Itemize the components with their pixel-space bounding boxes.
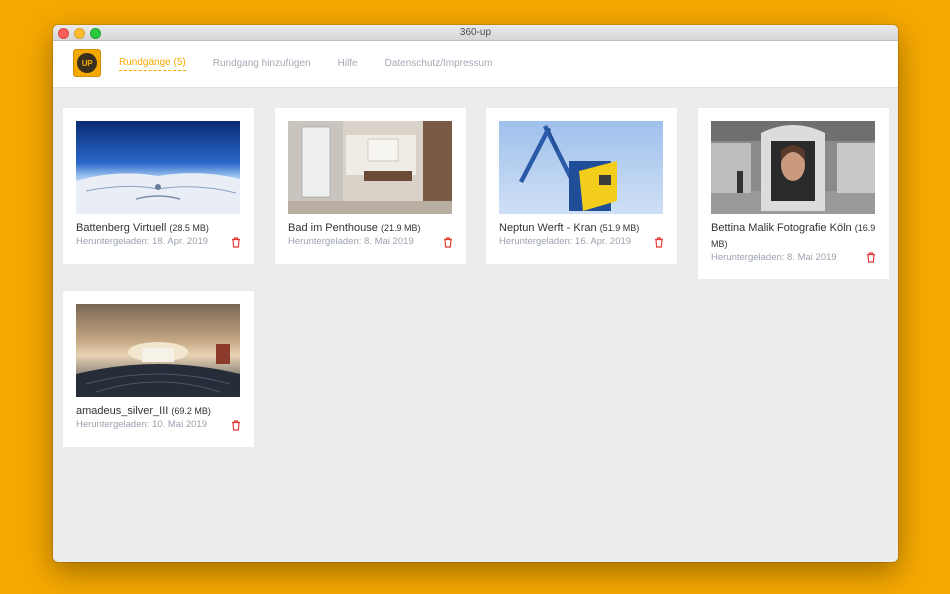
- tour-download-date: Heruntergeladen: 10. Mai 2019: [76, 419, 207, 430]
- tour-title-line: Neptun Werft - Kran (51.9 MB): [499, 220, 665, 236]
- nav-help[interactable]: Hilfe: [338, 58, 358, 71]
- tour-title: amadeus_silver_III: [76, 405, 169, 417]
- zoom-window-button[interactable]: [90, 28, 101, 39]
- trash-icon[interactable]: [231, 420, 241, 431]
- main-nav: Rundgänge (5) Rundgang hinzufügen Hilfe …: [119, 41, 492, 87]
- tour-title-line: Battenberg Virtuell (28.5 MB): [76, 220, 242, 236]
- tour-thumbnail[interactable]: [76, 121, 240, 214]
- ship-interior-image: [76, 304, 240, 397]
- nav-privacy-imprint[interactable]: Datenschutz/Impressum: [385, 58, 493, 71]
- minimize-window-button[interactable]: [74, 28, 85, 39]
- tour-download-date: Heruntergeladen: 8. Mai 2019: [288, 236, 414, 247]
- trash-icon[interactable]: [866, 252, 876, 263]
- snow-panorama-image: [76, 121, 240, 214]
- window-title: 360-up: [459, 27, 492, 38]
- nav-tours[interactable]: Rundgänge (5): [119, 57, 186, 71]
- tour-size: (28.5 MB): [169, 223, 209, 233]
- tour-card-amadeus[interactable]: amadeus_silver_III (69.2 MB) Heruntergel…: [63, 291, 254, 447]
- tour-thumbnail[interactable]: [288, 121, 452, 214]
- tour-card-battenberg[interactable]: Battenberg Virtuell (28.5 MB) Herunterge…: [63, 108, 254, 264]
- tour-title-line: amadeus_silver_III (69.2 MB): [76, 403, 242, 419]
- tour-size: (51.9 MB): [599, 223, 640, 233]
- tour-thumbnail[interactable]: [499, 121, 663, 214]
- trash-icon[interactable]: [231, 237, 241, 248]
- bathroom-image: [288, 121, 452, 214]
- tour-title: Neptun Werft - Kran: [499, 222, 597, 234]
- close-window-button[interactable]: [58, 28, 69, 39]
- tour-card-crane[interactable]: Neptun Werft - Kran (51.9 MB) Herunterge…: [486, 108, 677, 264]
- crane-image: [499, 121, 663, 214]
- tour-card-bathroom[interactable]: Bad im Penthouse (21.9 MB) Heruntergelad…: [275, 108, 466, 264]
- title-bar: 360-up: [53, 25, 898, 41]
- tour-thumbnail[interactable]: [76, 304, 240, 397]
- tour-title: Bad im Penthouse: [288, 222, 378, 234]
- photo-studio-image: [711, 121, 875, 214]
- tour-title: Battenberg Virtuell: [76, 222, 167, 234]
- tour-title-line: Bettina Malik Fotografie Köln (16.9 MB): [711, 220, 877, 252]
- tour-card-photo-studio[interactable]: Bettina Malik Fotografie Köln (16.9 MB) …: [698, 108, 889, 279]
- app-logo[interactable]: UP: [73, 49, 101, 77]
- app-window: 360-up UP Rundgänge (5) Rundgang hinzufü…: [53, 25, 898, 562]
- window-controls: [58, 28, 101, 39]
- trash-icon[interactable]: [654, 237, 664, 248]
- tour-title: Bettina Malik Fotografie Köln: [711, 222, 852, 234]
- tour-download-date: Heruntergeladen: 18. Apr. 2019: [76, 236, 209, 247]
- tour-title-line: Bad im Penthouse (21.9 MB): [288, 220, 454, 236]
- tour-download-date: Heruntergeladen: 16. Apr. 2019: [499, 236, 632, 247]
- nav-add-tour[interactable]: Rundgang hinzufügen: [213, 58, 311, 71]
- tour-thumbnail[interactable]: [711, 121, 875, 214]
- logo-mark: UP: [77, 53, 97, 73]
- tour-download-date: Heruntergeladen: 8. Mai 2019: [711, 252, 837, 263]
- tour-size: (21.9 MB): [380, 223, 421, 233]
- trash-icon[interactable]: [443, 237, 453, 248]
- app-header: UP Rundgänge (5) Rundgang hinzufügen Hil…: [53, 41, 898, 88]
- tour-size: (69.2 MB): [171, 406, 211, 416]
